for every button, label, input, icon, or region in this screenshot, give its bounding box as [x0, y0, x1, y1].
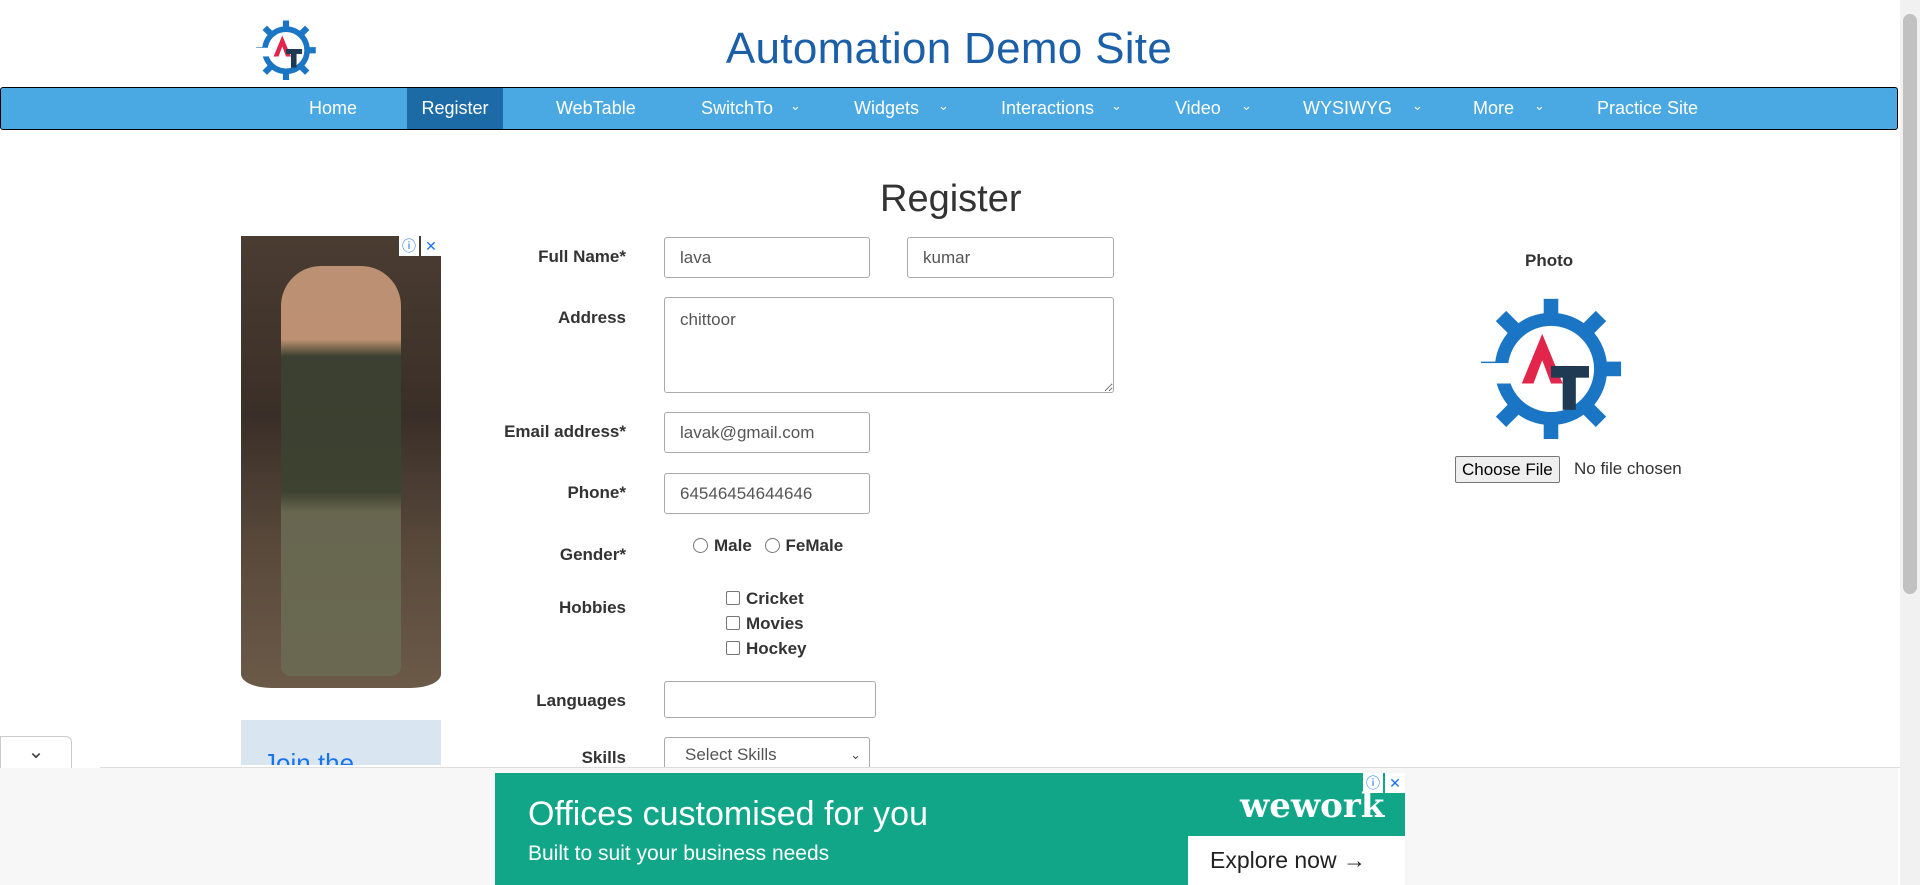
nav-wysiwyg[interactable]: WYSIWYG	[1303, 88, 1392, 129]
skills-select[interactable]: Select Skills ⌄	[664, 737, 870, 771]
photo-label: Photo	[1525, 251, 1574, 270]
chevron-down-icon: ⌄	[27, 741, 45, 763]
side-ad[interactable]: ⓘ ✕	[241, 236, 441, 688]
hobby-cricket-checkbox[interactable]	[726, 591, 740, 606]
close-icon[interactable]: ✕	[1385, 773, 1405, 793]
languages-label: Languages	[536, 691, 626, 710]
nav-interactions[interactable]: Interactions	[1001, 88, 1094, 129]
ad-subline: Built to suit your business needs	[528, 842, 830, 865]
side-ad-secondary[interactable]: Join the	[241, 720, 441, 765]
gender-female-label[interactable]: FeMale	[786, 536, 844, 555]
page-scrollbar[interactable]	[1900, 0, 1920, 885]
nav-webtable[interactable]: WebTable	[556, 88, 636, 129]
main-navbar: Home Register WebTable SwitchTo ⌄ Widget…	[0, 87, 1898, 130]
photo-preview-logo	[1478, 298, 1622, 439]
hobby-hockey[interactable]: Hockey	[726, 639, 806, 659]
nav-home[interactable]: Home	[309, 88, 357, 129]
hobby-cricket[interactable]: Cricket	[726, 589, 804, 609]
nav-practice-site-label: Practice Site	[1597, 98, 1699, 118]
site-header: Automation Demo Site	[0, 0, 1898, 86]
gender-female-radio[interactable]	[764, 537, 780, 553]
hobby-hockey-checkbox[interactable]	[726, 641, 740, 656]
nav-wysiwyg-label: WYSIWYG	[1303, 98, 1392, 118]
skills-label: Skills	[581, 748, 626, 767]
nav-interactions-label: Interactions	[1001, 98, 1095, 118]
email-input[interactable]	[664, 412, 870, 453]
hobby-movies-checkbox[interactable]	[726, 616, 740, 631]
last-name-input[interactable]	[907, 237, 1114, 278]
collapse-ad-button[interactable]: ⌄	[0, 736, 72, 769]
phone-input[interactable]	[664, 473, 870, 514]
hobby-movies-label[interactable]: Movies	[746, 614, 804, 633]
nav-more[interactable]: More	[1473, 88, 1514, 129]
gender-label: Gender*	[559, 545, 626, 564]
site-title-text: Automation Demo Site	[725, 24, 1173, 73]
chevron-down-icon[interactable]: ⌄	[1111, 98, 1122, 114]
nav-register-label: Register	[421, 98, 489, 118]
nav-switchto-label: SwitchTo	[701, 98, 774, 118]
nav-webtable-label: WebTable	[556, 98, 636, 118]
address-label: Address	[557, 308, 626, 327]
hobbies-label: Hobbies	[558, 598, 626, 617]
scrollbar-thumb[interactable]	[1903, 14, 1917, 594]
nav-more-label: More	[1473, 98, 1515, 118]
choose-file-button[interactable]: Choose File	[1455, 456, 1560, 483]
languages-multiselect[interactable]	[664, 681, 876, 718]
full-name-label: Full Name*	[538, 247, 626, 266]
info-icon[interactable]: ⓘ	[399, 236, 419, 256]
skills-select-value: Select Skills	[685, 745, 777, 764]
gender-male-label[interactable]: Male	[714, 536, 752, 555]
gender-options: Male FeMale	[693, 536, 843, 556]
nav-widgets-label: Widgets	[854, 98, 920, 118]
nav-switchto[interactable]: SwitchTo	[701, 88, 773, 129]
chevron-down-icon[interactable]: ⌄	[1412, 98, 1423, 114]
chevron-down-icon[interactable]: ⌄	[1534, 98, 1545, 114]
no-file-text: No file chosen	[1574, 459, 1682, 478]
hobby-hockey-label[interactable]: Hockey	[746, 639, 806, 658]
nav-home-label: Home	[309, 98, 358, 118]
chevron-down-icon[interactable]: ⌄	[790, 98, 801, 114]
page-title: Register	[880, 178, 1022, 220]
nav-widgets[interactable]: Widgets	[854, 88, 919, 129]
nav-video-label: Video	[1175, 98, 1221, 118]
chevron-down-icon[interactable]: ⌄	[1241, 98, 1252, 114]
hobby-cricket-label[interactable]: Cricket	[746, 589, 804, 608]
bottom-ad[interactable]: Offices customised for you Built to suit…	[495, 773, 1405, 885]
chevron-down-icon[interactable]: ⌄	[938, 98, 949, 114]
hobby-movies[interactable]: Movies	[726, 614, 804, 634]
site-title: Automation Demo Site	[0, 24, 1898, 74]
nav-video[interactable]: Video	[1175, 88, 1221, 129]
first-name-input[interactable]	[664, 237, 870, 278]
nav-register[interactable]: Register	[407, 88, 503, 129]
phone-label: Phone*	[567, 483, 626, 502]
address-textarea[interactable]: chittoor	[664, 297, 1114, 393]
ad-person-figure	[281, 266, 401, 676]
ad-headline: Offices customised for you	[528, 795, 928, 833]
nav-practice-site[interactable]: Practice Site	[1597, 88, 1698, 129]
email-label: Email address*	[504, 422, 626, 441]
ad-cta-button[interactable]: Explore now →	[1188, 836, 1405, 885]
side-ad-secondary-text: Join the	[263, 748, 355, 765]
info-icon[interactable]: ⓘ	[1363, 773, 1383, 793]
gender-male-radio[interactable]	[693, 537, 708, 553]
